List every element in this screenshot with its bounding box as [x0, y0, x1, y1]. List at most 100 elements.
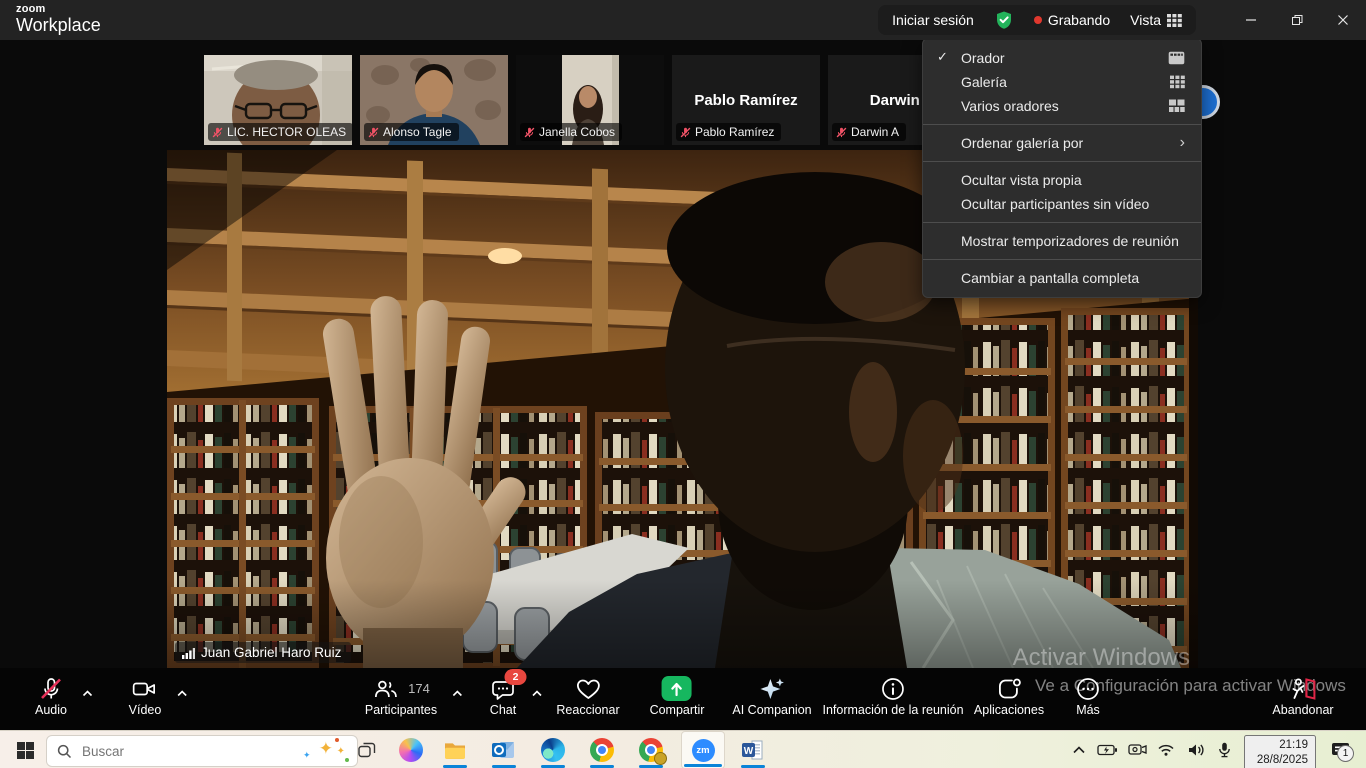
close-button[interactable]: [1320, 0, 1366, 40]
participant-tile-pablo[interactable]: Pablo Ramírez Pablo Ramírez: [672, 55, 820, 145]
titlebar-controls-group: Iniciar sesión Grabando Vista: [878, 5, 1196, 35]
title-bar: zoom Workplace Iniciar sesión Grabando V…: [0, 0, 1366, 40]
audio-options-chevron[interactable]: [82, 685, 93, 700]
file-explorer-button[interactable]: [433, 731, 477, 768]
info-icon: [880, 676, 907, 702]
mic-muted-icon: [836, 127, 847, 138]
security-shield-icon[interactable]: [994, 10, 1014, 30]
menu-item-varios-oradores[interactable]: Varios oradores: [923, 94, 1201, 118]
chrome-profile-button[interactable]: [629, 731, 673, 768]
search-input[interactable]: [80, 743, 254, 760]
restore-button[interactable]: [1274, 0, 1320, 40]
chrome-icon: [590, 738, 614, 762]
apps-icon: [996, 676, 1023, 702]
participant-name-pill: Pablo Ramírez: [676, 123, 781, 141]
speaker-view-icon: [1168, 51, 1185, 65]
search-icon: [57, 744, 72, 759]
menu-item-orador[interactable]: ✓ Orador: [923, 46, 1201, 70]
copilot-icon: [399, 738, 423, 762]
menu-item-ocultar-vista-propia[interactable]: Ocultar vista propia: [923, 168, 1201, 192]
profile-badge: [654, 752, 667, 765]
apps-button[interactable]: Aplicaciones: [974, 675, 1044, 717]
svg-text:W: W: [744, 746, 754, 757]
participants-options-chevron[interactable]: [452, 685, 463, 700]
audio-button[interactable]: Audio: [35, 675, 67, 717]
more-button[interactable]: Más: [1075, 675, 1102, 717]
more-dots-icon: [1075, 676, 1102, 702]
notification-count-badge: 1: [1337, 745, 1354, 762]
webcam-icon: [1128, 743, 1147, 757]
participant-filmstrip: LIC. HECTOR OLEAS Alonso Tagle: [204, 55, 976, 145]
notification-center-button[interactable]: 1: [1324, 735, 1358, 765]
tray-chevron-icon: [1072, 744, 1086, 756]
microphone-tray-icon[interactable]: [1212, 742, 1236, 758]
zoom-app-button[interactable]: zm: [681, 731, 725, 768]
mic-muted-icon: [368, 127, 379, 138]
participant-tile-hector[interactable]: LIC. HECTOR OLEAS: [204, 55, 352, 145]
menu-item-pantalla-completa[interactable]: Cambiar a pantalla completa: [923, 266, 1201, 290]
mic-muted-icon: [38, 676, 64, 702]
react-button[interactable]: Reaccionar: [556, 675, 619, 717]
battery-tray-icon[interactable]: [1094, 744, 1120, 757]
battery-icon: [1097, 744, 1118, 757]
chrome-button[interactable]: [580, 731, 624, 768]
participant-tile-janella[interactable]: Janella Cobos: [516, 55, 664, 145]
menu-divider: [923, 259, 1201, 260]
outlook-icon: [492, 740, 516, 760]
menu-item-galeria[interactable]: Galería: [923, 70, 1201, 94]
video-camera-icon: [131, 676, 159, 702]
menu-item-ordenar-galeria[interactable]: Ordenar galería por ›: [923, 131, 1201, 155]
volume-tray-icon[interactable]: [1182, 743, 1210, 758]
ai-sparkle-icon: [758, 676, 786, 702]
menu-item-ocultar-sin-video[interactable]: Ocultar participantes sin vídeo: [923, 192, 1201, 216]
active-speaker-name: Juan Gabriel Haro Ruiz: [201, 645, 341, 660]
participant-name-pill: Darwin A: [832, 123, 906, 141]
sign-in-button[interactable]: Iniciar sesión: [892, 12, 974, 28]
participant-name-pill: Alonso Tagle: [364, 123, 459, 141]
chat-button[interactable]: 2 Chat: [490, 675, 517, 717]
video-options-chevron[interactable]: [176, 685, 187, 700]
edge-button[interactable]: [531, 731, 575, 768]
menu-divider: [923, 161, 1201, 162]
leave-meeting-button[interactable]: Abandonar: [1272, 675, 1333, 717]
camera-tray-icon[interactable]: [1124, 743, 1150, 757]
menu-item-temporizadores[interactable]: Mostrar temporizadores de reunión: [923, 229, 1201, 253]
mic-muted-icon: [680, 127, 691, 138]
word-button[interactable]: W: [731, 731, 775, 768]
leave-door-icon: [1288, 676, 1318, 702]
zoom-workplace-window: zoom Workplace Iniciar sesión Grabando V…: [0, 0, 1366, 768]
participants-button[interactable]: 174 Participantes: [365, 675, 437, 717]
mic-muted-icon: [524, 127, 535, 138]
outlook-button[interactable]: [482, 731, 526, 768]
record-dot: [1034, 16, 1042, 24]
participant-tile-alonso[interactable]: Alonso Tagle: [360, 55, 508, 145]
logo-zoom: zoom: [16, 4, 101, 15]
menu-divider: [923, 124, 1201, 125]
share-button[interactable]: Compartir: [650, 675, 705, 717]
wifi-tray-icon[interactable]: [1153, 743, 1179, 757]
participant-name-pill: LIC. HECTOR OLEAS: [208, 123, 352, 141]
video-button[interactable]: Vídeo: [129, 675, 162, 717]
view-menu-button[interactable]: Vista: [1130, 12, 1182, 28]
multi-speaker-view-icon: [1169, 99, 1185, 113]
check-icon: ✓: [937, 49, 948, 65]
minimize-button[interactable]: [1228, 0, 1274, 40]
ai-companion-button[interactable]: AI Companion: [732, 675, 811, 717]
share-arrow-icon: [662, 676, 692, 701]
windows-start-icon: [17, 742, 34, 759]
taskbar-clock[interactable]: 21:19 28/8/2025: [1244, 735, 1316, 768]
copilot-button[interactable]: [394, 738, 428, 762]
participants-count: 174: [408, 681, 430, 696]
chat-options-chevron[interactable]: [532, 685, 543, 700]
tray-expand-chevron[interactable]: [1068, 744, 1090, 756]
meeting-info-button[interactable]: Información de la reunión: [822, 675, 963, 717]
word-icon: W: [742, 740, 764, 760]
participant-name-pill: Janella Cobos: [520, 123, 622, 141]
window-controls: [1228, 0, 1366, 40]
submenu-chevron-icon: ›: [1180, 135, 1185, 151]
file-explorer-icon: [443, 740, 467, 760]
taskbar-search-box[interactable]: ✦✦✦: [46, 735, 358, 767]
task-view-button[interactable]: [352, 742, 382, 758]
speaker-icon: [1187, 743, 1206, 758]
windows-start-button[interactable]: [10, 735, 40, 765]
